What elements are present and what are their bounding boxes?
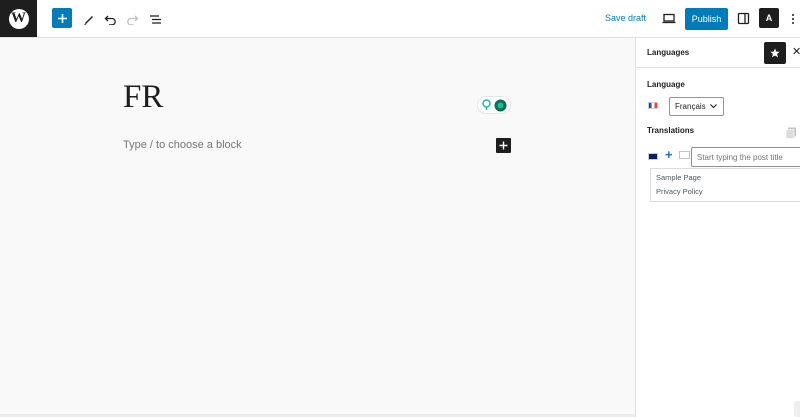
translation-title-input[interactable] [691,147,800,167]
close-icon: ✕ [792,46,800,58]
copy-icon[interactable] [785,126,797,139]
pen-icon [84,16,93,25]
suggestion-item[interactable]: Privacy Policy [656,187,703,196]
wordpress-logo-icon: W [8,8,29,29]
language-select[interactable]: Français [669,97,724,116]
redo-icon [126,15,138,25]
settings-sidebar-icon [737,12,750,25]
block-inserter-button[interactable] [52,8,72,28]
translations-label: Translations [647,126,695,135]
star-icon [770,48,780,58]
add-translation-button[interactable]: + [665,148,673,161]
wordpress-logo-button[interactable]: W [0,0,37,37]
list-view-icon [149,14,161,24]
translation-suggestions-list: Sample Page Privacy Policy [650,168,800,202]
flag-uk-icon [648,153,658,160]
desktop-preview-icon [662,13,675,24]
close-sidebar-button[interactable]: ✕ [792,45,800,58]
chat-bubble-icon [494,99,507,111]
list-view-button[interactable] [146,10,164,28]
settings-toggle-button[interactable] [735,10,752,27]
chevron-down-icon [709,104,717,109]
pin-panel-button[interactable] [764,42,786,64]
undo-icon [104,15,116,25]
block-placeholder[interactable]: Type / to choose a block [123,139,242,151]
add-translation-icon: + [665,147,673,162]
add-block-button[interactable] [496,138,511,153]
sidebar-scrollbar[interactable] [794,401,800,417]
editor-toolbar: W Save draft Publish A [0,0,800,38]
grammar-assistant-icon [482,99,491,110]
language-select-value: Français [675,102,706,111]
sidebar-header: Languages ✕ [636,38,800,68]
publish-button[interactable]: Publish [685,8,728,30]
editor-canvas[interactable]: FR Type / to choose a block [0,38,635,417]
edit-translation-icon[interactable] [679,151,690,159]
save-draft-button[interactable]: Save draft [605,13,646,23]
undo-button[interactable] [101,10,119,28]
grammar-assistant-badge[interactable] [477,96,511,114]
plus-icon [57,13,67,23]
redo-button[interactable] [123,10,141,28]
languages-sidebar: Languages ✕ Language Français Translatio… [635,38,800,417]
suggestion-item[interactable]: Sample Page [656,173,701,182]
tools-button[interactable] [80,10,98,28]
preview-button[interactable] [660,10,677,27]
translate-icon: A [765,13,773,23]
sidebar-title: Languages [647,48,690,57]
post-title[interactable]: FR [123,79,163,116]
plus-icon [499,141,508,150]
more-options-icon [792,14,794,24]
language-label: Language [647,80,685,89]
options-menu-button[interactable] [788,10,798,28]
languages-panel-toggle[interactable]: A [759,8,779,28]
flag-fr-icon [648,102,658,109]
